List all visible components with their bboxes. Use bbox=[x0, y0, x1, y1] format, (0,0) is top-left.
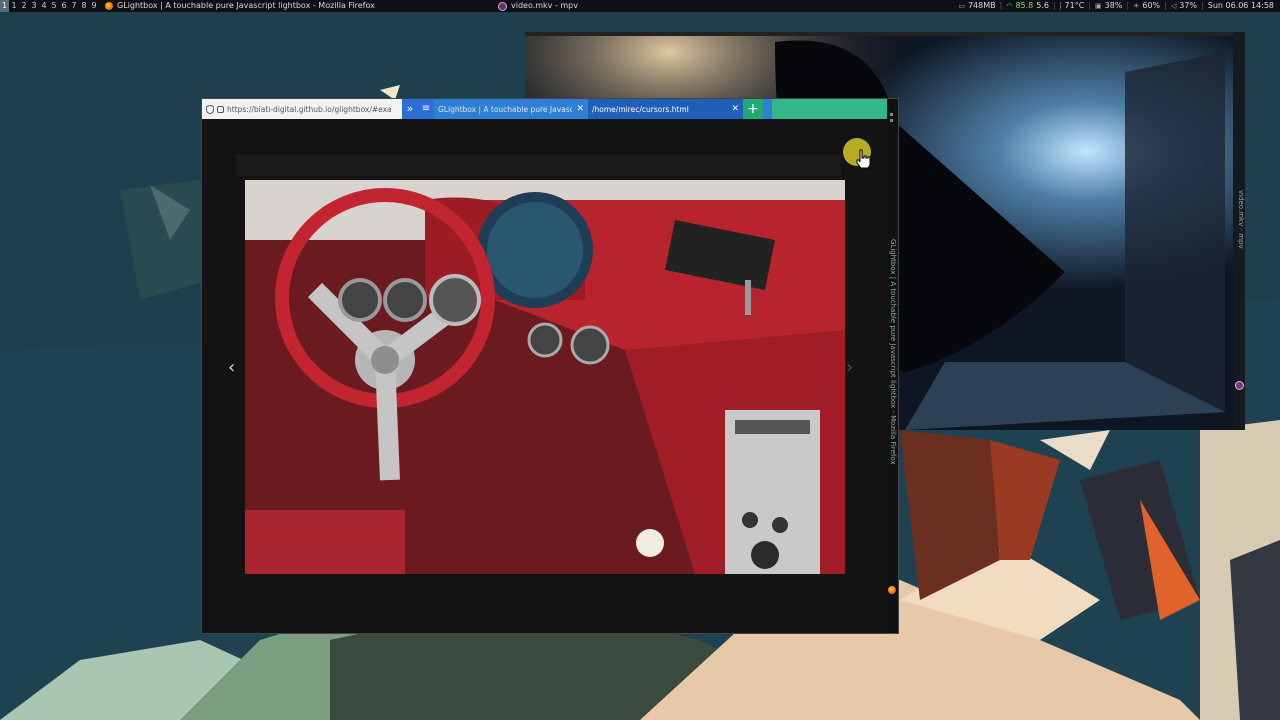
tab-cursors[interactable]: /home/mirec/cursors.html ✕ bbox=[588, 99, 743, 119]
memory-icon: ▭ bbox=[958, 2, 965, 10]
brightness-status: ☀ 60% bbox=[1133, 1, 1161, 10]
shield-icon bbox=[206, 104, 214, 114]
workspace-4[interactable]: 4 bbox=[39, 0, 49, 12]
url-bar[interactable]: https://biati-digital.github.io/glightbo… bbox=[202, 99, 402, 119]
clock: Sun 06.06 14:58 bbox=[1207, 1, 1274, 10]
firefox-icon bbox=[888, 586, 896, 594]
focused-window-title[interactable]: GLightbox | A touchable pure Javascript … bbox=[105, 0, 375, 12]
workspace-6[interactable]: 6 bbox=[59, 0, 69, 12]
mpv-icon bbox=[1235, 381, 1244, 390]
lock-icon bbox=[217, 105, 224, 113]
close-icon[interactable]: ✕ bbox=[576, 104, 584, 114]
temperature-status: ⸽ 71°C bbox=[1059, 1, 1085, 10]
secondary-window-title[interactable]: video.mkv - mpv bbox=[498, 0, 578, 12]
tab-label: /home/mirec/cursors.html bbox=[592, 104, 689, 114]
workspace-9[interactable]: 9 bbox=[89, 0, 99, 12]
firefox-window[interactable]: https://biati-digital.github.io/glightbo… bbox=[201, 98, 899, 634]
firefox-icon bbox=[105, 2, 113, 10]
workspace-5[interactable]: 5 bbox=[49, 0, 59, 12]
cpu-icon: ▣ bbox=[1094, 2, 1102, 10]
hand-cursor-icon bbox=[856, 149, 871, 169]
firefox-side-title: GLightbox | A touchable pure Javascript … bbox=[889, 239, 897, 465]
overflow-chevrons-icon[interactable]: » bbox=[402, 99, 418, 119]
lightbox-image[interactable] bbox=[245, 180, 845, 574]
next-arrow[interactable]: › bbox=[846, 357, 853, 378]
menu-icon[interactable]: ≡ bbox=[418, 99, 434, 119]
workspace-indicator[interactable]: 1 bbox=[0, 0, 9, 12]
workspace-7[interactable]: 7 bbox=[69, 0, 79, 12]
mpv-icon bbox=[498, 1, 507, 11]
top-status-bar: 1 1 2 3 4 5 6 7 8 9 GLightbox | A toucha… bbox=[0, 0, 1280, 12]
volume-status[interactable]: ◁ 37% bbox=[1171, 0, 1197, 12]
cpu-status: ▣ 38% bbox=[1094, 1, 1123, 10]
workspace-2[interactable]: 2 bbox=[19, 0, 29, 12]
prev-arrow[interactable]: ‹ bbox=[228, 357, 235, 378]
brightness-icon: ☀ bbox=[1133, 2, 1140, 10]
network-status: ◠ 85.8 5.6 bbox=[1006, 1, 1049, 10]
status-area: ▭ 748MB | ◠ 85.8 5.6 | ⸽ 71°C | ▣ 38% | ☀ 60% … bbox=[958, 0, 1274, 12]
url-text[interactable]: https://biati-digital.github.io/glightbo… bbox=[227, 105, 392, 114]
speaker-icon: ◁ bbox=[1170, 2, 1177, 10]
wifi-icon: ◠ bbox=[1006, 2, 1013, 10]
memory-status: ▭ 748MB bbox=[958, 1, 996, 10]
tab-label: GLightbox | A touchable pure Javascript … bbox=[438, 104, 573, 114]
plus-icon[interactable]: + bbox=[743, 99, 763, 119]
workspace-3[interactable]: 3 bbox=[29, 0, 39, 12]
close-icon[interactable]: ✕ bbox=[731, 104, 739, 114]
workspace-8[interactable]: 8 bbox=[79, 0, 89, 12]
mpv-side-title: video.mkv - mpv bbox=[1237, 190, 1245, 249]
workspace-1[interactable]: 1 bbox=[9, 0, 19, 12]
tab-glightbox[interactable]: GLightbox | A touchable pure Javascript … bbox=[434, 99, 588, 119]
page-content[interactable]: ‹ › bbox=[202, 119, 888, 633]
lightbox-backdrop-strip bbox=[236, 154, 841, 176]
thermometer-icon: ⸽ bbox=[1059, 2, 1062, 10]
browser-toolbar: https://biati-digital.github.io/glightbo… bbox=[202, 99, 888, 119]
